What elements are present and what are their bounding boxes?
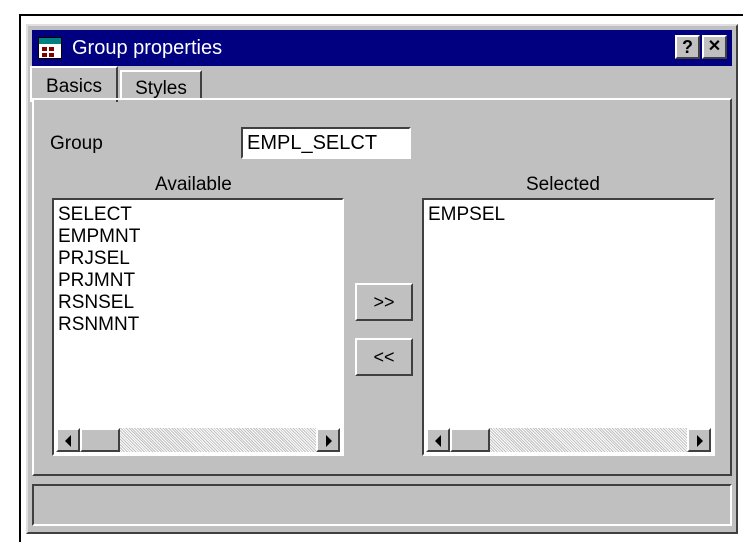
scroll-right-button[interactable] [687, 428, 711, 452]
arrow-right-icon [697, 435, 703, 447]
scroll-thumb[interactable] [450, 428, 490, 452]
list-item[interactable]: EMPSEL [428, 204, 505, 226]
remove-selected-button[interactable]: << [355, 338, 413, 376]
list-item[interactable]: PRJMNT [58, 270, 140, 292]
available-list[interactable]: SELECT EMPMNT PRJSEL PRJMNT RSNSEL RSNMN… [52, 198, 344, 456]
tab-basics-label: Basics [46, 76, 102, 97]
selected-horizontal-scrollbar[interactable] [426, 428, 711, 452]
scroll-thumb[interactable] [80, 428, 120, 452]
scroll-left-button[interactable] [56, 428, 80, 452]
window-app-icon [38, 37, 62, 59]
selected-list[interactable]: EMPSEL [422, 198, 715, 456]
arrow-right-icon [326, 435, 332, 447]
list-item[interactable]: RSNSEL [58, 292, 140, 314]
available-horizontal-scrollbar[interactable] [56, 428, 340, 452]
window-title: Group properties [72, 37, 223, 59]
group-label: Group [50, 133, 103, 154]
selected-label: Selected [526, 174, 600, 195]
list-item[interactable]: PRJSEL [58, 248, 140, 270]
tab-styles-label: Styles [135, 78, 187, 99]
status-bar [32, 484, 732, 526]
list-item[interactable]: RSNMNT [58, 314, 140, 336]
available-label: Available [155, 174, 232, 195]
group-name-field[interactable]: EMPL_SELCT [241, 127, 411, 159]
tab-basics[interactable]: Basics [30, 66, 118, 102]
help-button[interactable]: ? [675, 35, 700, 59]
arrow-left-icon [65, 435, 71, 447]
available-items: SELECT EMPMNT PRJSEL PRJMNT RSNSEL RSNMN… [58, 204, 140, 336]
close-button[interactable]: ✕ [702, 35, 727, 59]
title-bar[interactable]: Group properties ? ✕ [32, 30, 732, 66]
arrow-left-icon [435, 435, 441, 447]
tab-styles[interactable]: Styles [120, 70, 202, 100]
list-item[interactable]: SELECT [58, 204, 140, 226]
add-selected-button[interactable]: >> [355, 283, 413, 321]
selected-items: EMPSEL [428, 204, 505, 226]
scroll-right-button[interactable] [316, 428, 340, 452]
list-item[interactable]: EMPMNT [58, 226, 140, 248]
scroll-left-button[interactable] [426, 428, 450, 452]
